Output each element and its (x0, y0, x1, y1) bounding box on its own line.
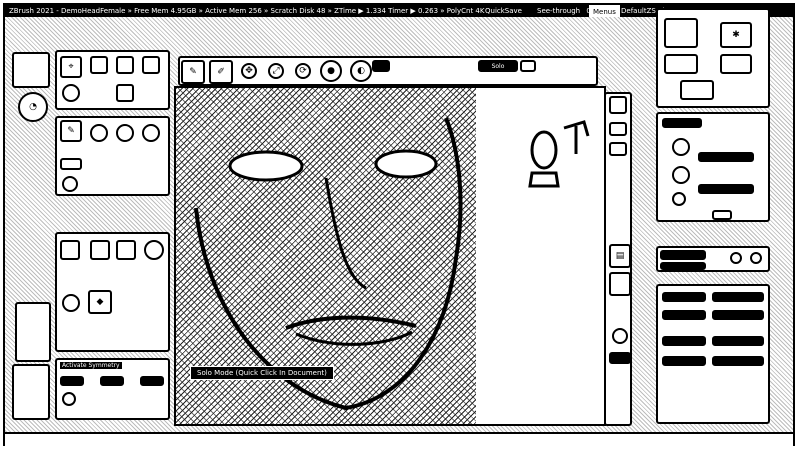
quicksave-button[interactable]: QuickSave (485, 5, 522, 17)
pencil-icon: ✎ (189, 66, 197, 77)
zoom-button[interactable] (609, 142, 627, 156)
radial-symmetry-button[interactable] (62, 392, 76, 406)
zadd-button[interactable] (520, 60, 536, 72)
left-top-widget (12, 52, 50, 88)
focal-shift-button[interactable] (62, 176, 78, 192)
geometry-button-6[interactable] (712, 336, 764, 346)
symmetry-x-button[interactable] (60, 376, 84, 386)
draw-button[interactable]: ✐ (209, 60, 233, 84)
seethrough-label: See-through (537, 7, 581, 15)
solo-mode-tooltip: Solo Mode (Quick Click In Document) (190, 366, 334, 380)
draw-size-slider[interactable] (60, 158, 82, 170)
visibility-button-2[interactable] (660, 262, 706, 270)
solo-dropdown-label: Solo (491, 62, 505, 70)
subtool-item-1-label[interactable] (698, 152, 754, 162)
frame-button[interactable]: ▤ (609, 244, 631, 268)
subtool-item-1[interactable] (672, 138, 690, 156)
alpha-button[interactable] (116, 84, 134, 102)
star-icon: ✱ (732, 29, 740, 40)
tool-thumbnail-head[interactable] (664, 18, 698, 48)
mrgb-toggle[interactable] (372, 60, 390, 72)
geometry-button-7[interactable] (662, 356, 706, 366)
texture-button[interactable]: ✎ (60, 120, 82, 142)
sphere-button[interactable]: ● (320, 60, 342, 82)
brush-smooth-button[interactable] (142, 56, 160, 74)
tool-thumbnail-star[interactable]: ✱ (720, 22, 752, 48)
geometry-button-8[interactable] (712, 356, 764, 366)
gradient-button[interactable] (116, 124, 134, 142)
left-lower-widget (15, 302, 51, 362)
geometry-button-1[interactable] (662, 292, 706, 302)
subtool-item-2-label[interactable] (698, 184, 754, 194)
move-button[interactable]: ✥ (241, 63, 257, 79)
brush-icon: ⌖ (68, 61, 74, 72)
frame-icon: ▤ (615, 250, 625, 261)
rotate-button[interactable]: ⟳ (295, 63, 311, 79)
subtool-header[interactable] (662, 118, 702, 128)
color-wheel-icon: ◔ (29, 101, 37, 112)
material-icon: ◐ (357, 65, 365, 76)
mask-icon: ◆ (96, 296, 104, 307)
geometry-button-5[interactable] (662, 336, 706, 346)
symmetry-y-button[interactable] (100, 376, 124, 386)
solo-dropdown[interactable]: Solo (478, 60, 518, 72)
color-picker-button[interactable]: ◔ (18, 92, 48, 122)
activate-symmetry-button[interactable]: Activate Symmetry (60, 362, 122, 369)
material-button[interactable]: ◐ (350, 60, 372, 82)
geometry-button-3[interactable] (662, 310, 706, 320)
brush-standard-button[interactable]: ⌖ (60, 56, 82, 78)
draw-icon: ✐ (217, 66, 225, 77)
title-text: ZBrush 2021 - DemoHeadFemale » Free Mem … (9, 7, 485, 15)
rotate-icon: ⟳ (299, 65, 307, 76)
mask-button[interactable]: ◆ (88, 290, 112, 314)
bpr-button[interactable] (609, 96, 627, 114)
visibility-toggle-1[interactable] (730, 252, 742, 264)
visibility-button-1[interactable] (660, 250, 706, 260)
subtool-item-4[interactable] (712, 210, 732, 220)
switch-color-button[interactable] (142, 124, 160, 142)
subtool-button-4[interactable] (144, 240, 164, 260)
scale-button[interactable]: ⤢ (268, 63, 284, 79)
polyf-button[interactable] (609, 352, 631, 364)
visibility-toggle-2[interactable] (750, 252, 762, 264)
tool-thumbnail-3[interactable] (720, 54, 752, 74)
geometry-button-2[interactable] (712, 292, 764, 302)
left-bottom-widget (12, 364, 50, 420)
move-view-button[interactable] (609, 272, 631, 296)
subtool-list (656, 112, 770, 222)
symmetry-z-button[interactable] (140, 376, 164, 386)
navigation-head-icon[interactable] (524, 118, 604, 188)
edit-button[interactable]: ✎ (181, 60, 205, 84)
subtool-item-3[interactable] (672, 192, 686, 206)
rotate-view-button[interactable] (612, 328, 628, 344)
subtool-button-1[interactable] (60, 240, 80, 260)
texture-icon: ✎ (67, 125, 75, 136)
tool-thumbnail-4[interactable] (680, 80, 714, 100)
scale-icon: ⤢ (272, 65, 280, 76)
menus-button[interactable]: Menus (589, 5, 620, 17)
sphere-icon: ● (327, 65, 335, 76)
geometry-button-4[interactable] (712, 310, 764, 320)
subtool-button-3[interactable] (116, 240, 136, 260)
subtool-item-2[interactable] (672, 166, 690, 184)
scroll-button[interactable] (609, 122, 627, 136)
brush-clay-button[interactable] (90, 56, 108, 74)
material-swatch-button[interactable] (90, 124, 108, 142)
subtool-button-2[interactable] (90, 240, 110, 260)
brush-move-button[interactable] (116, 56, 134, 74)
status-bar (5, 432, 793, 446)
stroke-button[interactable] (62, 84, 80, 102)
tool-thumbnail-2[interactable] (664, 54, 698, 74)
geometry-panel (656, 284, 770, 424)
seethrough-slider[interactable]: See-through 0 (533, 5, 591, 17)
move-icon: ✥ (245, 65, 253, 76)
gizmo-button[interactable] (62, 294, 80, 312)
